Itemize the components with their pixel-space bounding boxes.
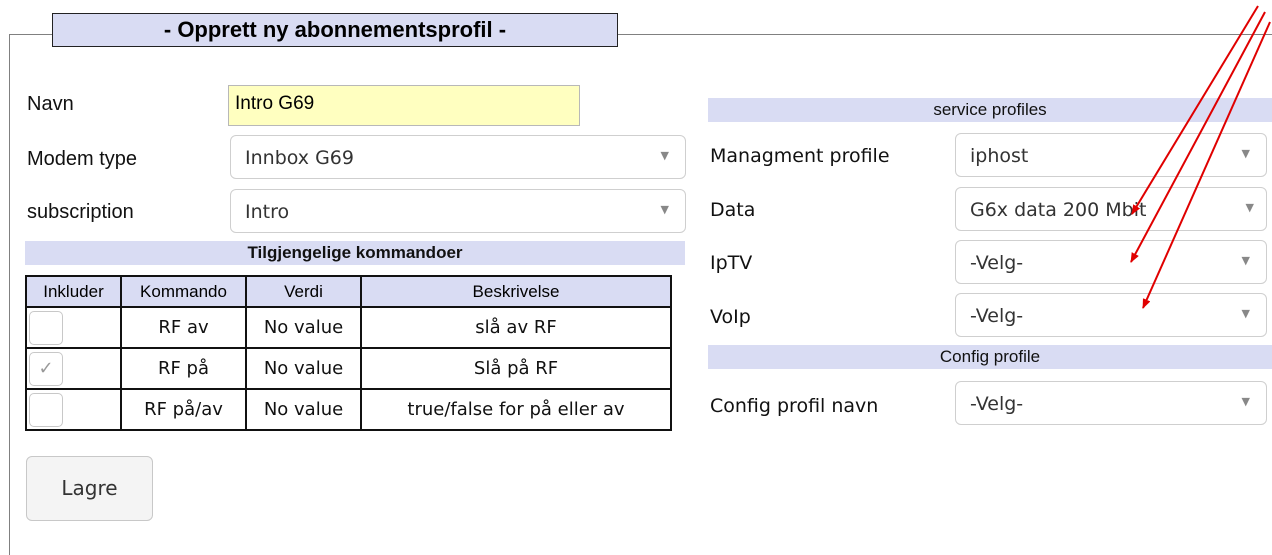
annotation-arrow xyxy=(1131,5,1259,215)
annotation-arrows xyxy=(1130,5,1271,309)
annotation-arrow xyxy=(1130,11,1266,263)
